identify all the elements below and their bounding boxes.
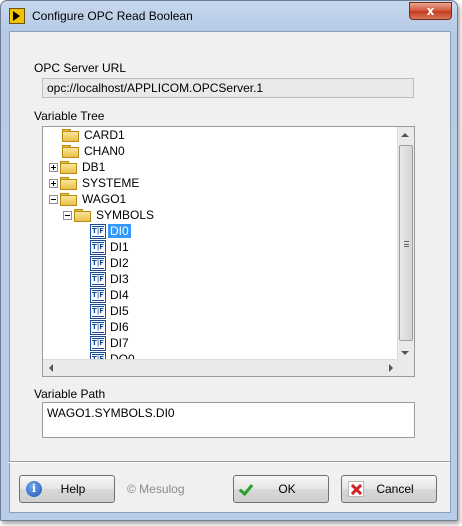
ok-button[interactable]: OK: [233, 475, 329, 503]
tree-item-label: SYMBOLS: [96, 208, 155, 222]
tree-item-label: SYSTEME: [82, 176, 140, 190]
tree-item-label: DI1: [110, 240, 129, 254]
tree-item-label: DI7: [110, 336, 129, 350]
horizontal-scrollbar[interactable]: [43, 359, 399, 376]
boolean-tf-icon: T|F: [90, 319, 106, 335]
info-icon: i: [26, 481, 42, 497]
server-url-label: OPC Server URL: [34, 61, 127, 75]
tree-item-card1[interactable]: CARD1: [49, 127, 127, 143]
tree-item-wago1[interactable]: WAGO1: [49, 191, 128, 207]
cancel-x-icon: [348, 481, 364, 497]
title-bar[interactable]: Configure OPC Read Boolean x: [1, 1, 457, 30]
server-url-field: opc://localhost/APPLICOM.OPCServer.1: [42, 78, 414, 98]
copyright-text: © Mesulog: [127, 482, 185, 496]
tree-item-label: DI2: [110, 256, 129, 270]
tree-item-systeme[interactable]: SYSTEME: [49, 175, 141, 191]
folder-icon: [62, 145, 79, 158]
tree-item-label: DI5: [110, 304, 129, 318]
tree-item-db1[interactable]: DB1: [49, 159, 107, 175]
checkmark-icon: [240, 481, 256, 497]
variable-path-label: Variable Path: [34, 387, 106, 401]
cancel-button[interactable]: Cancel: [341, 475, 437, 503]
labview-app-icon: [9, 8, 25, 24]
scroll-up-icon[interactable]: [401, 133, 409, 137]
tree-item-label: DB1: [82, 160, 106, 174]
folder-icon: [60, 161, 77, 174]
tree-item-di3[interactable]: T|F DI3: [77, 271, 131, 287]
tree-item-chan0[interactable]: CHAN0: [49, 143, 127, 159]
folder-icon: [74, 209, 91, 222]
boolean-tf-icon: T|F: [90, 223, 106, 239]
scroll-right-icon[interactable]: [389, 364, 393, 372]
folder-icon: [60, 177, 77, 190]
folder-icon: [60, 193, 77, 206]
tree-item-label: CHAN0: [84, 144, 125, 158]
help-button[interactable]: i Help: [19, 475, 115, 503]
scroll-thumb[interactable]: [399, 145, 413, 341]
collapse-icon[interactable]: [49, 194, 58, 204]
tree-item-di7[interactable]: T|F DI7: [77, 335, 131, 351]
variable-tree-label: Variable Tree: [34, 109, 105, 123]
tree-item-di0[interactable]: T|F DI0: [77, 223, 131, 239]
grip-icon: [404, 241, 409, 247]
expand-icon[interactable]: [49, 162, 58, 172]
cancel-button-label: Cancel: [376, 482, 414, 496]
ok-button-label: OK: [278, 482, 296, 496]
boolean-tf-icon: T|F: [90, 271, 106, 287]
scroll-down-icon[interactable]: [401, 351, 409, 355]
tree-item-di1[interactable]: T|F DI1: [77, 239, 131, 255]
tree-item-symbols[interactable]: SYMBOLS: [63, 207, 156, 223]
tree-item-label: DI0: [108, 224, 131, 238]
tree-item-label: WAGO1: [82, 192, 127, 206]
tree-item-label: CARD1: [84, 128, 125, 142]
tree-item-label: DI4: [110, 288, 129, 302]
tree-item-di6[interactable]: T|F DI6: [77, 319, 131, 335]
tree-item-di4[interactable]: T|F DI4: [77, 287, 131, 303]
help-button-label: Help: [60, 482, 86, 496]
tree-item-label: DI3: [110, 272, 129, 286]
expand-icon[interactable]: [49, 178, 58, 188]
collapse-icon[interactable]: [63, 210, 72, 220]
tree-item-label: DI6: [110, 320, 129, 334]
window-title: Configure OPC Read Boolean: [32, 9, 193, 23]
boolean-tf-icon: T|F: [90, 239, 106, 255]
scroll-left-icon[interactable]: [49, 364, 53, 372]
footer-divider: [8, 461, 450, 463]
boolean-tf-icon: T|F: [90, 255, 106, 271]
folder-icon: [62, 129, 79, 142]
boolean-tf-icon: T|F: [90, 287, 106, 303]
variable-path-field[interactable]: WAGO1.SYMBOLS.DI0: [42, 402, 415, 438]
scrollbar-corner: [397, 359, 414, 376]
vertical-scrollbar[interactable]: [397, 127, 414, 361]
boolean-tf-icon: T|F: [90, 335, 106, 351]
tree-item-di5[interactable]: T|F DI5: [77, 303, 131, 319]
boolean-tf-icon: T|F: [90, 303, 106, 319]
tree-item-di2[interactable]: T|F DI2: [77, 255, 131, 271]
variable-tree[interactable]: CARD1 CHAN0 DB1 SYSTEME WAGO1 SYMBOLS T|F DI0 T|…: [42, 126, 415, 377]
close-button[interactable]: x: [409, 2, 452, 20]
